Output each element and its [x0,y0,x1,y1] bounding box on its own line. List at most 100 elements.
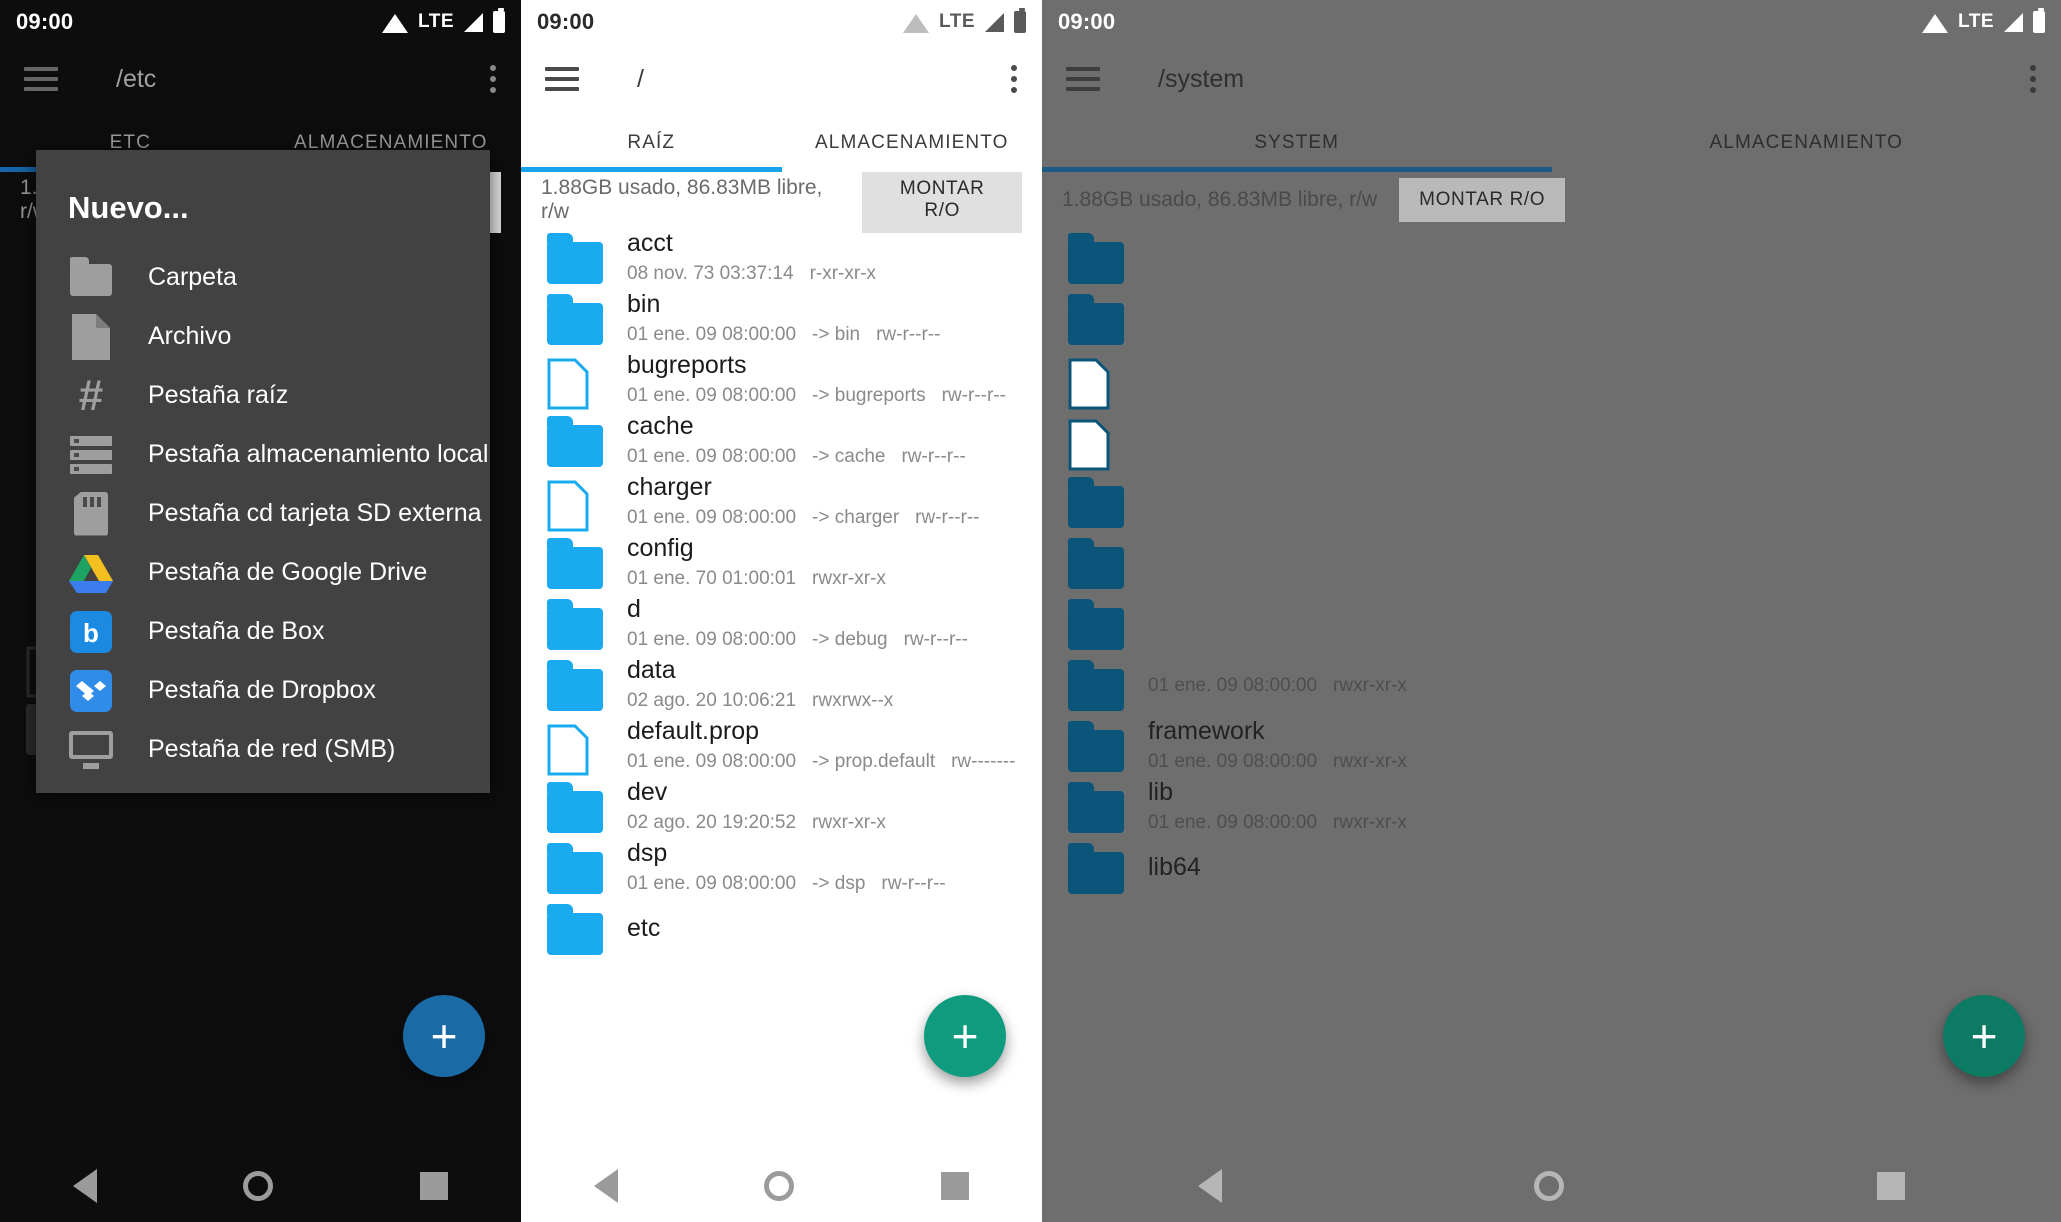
popup-item-label: Archivo [148,322,232,350]
tab-raiz[interactable]: RAÍZ [521,114,782,172]
table-row[interactable] [1042,472,2061,533]
tab-system[interactable]: SYSTEM [1042,114,1552,172]
mount-ro-button[interactable]: MONTAR R/O [1399,178,1566,222]
file-name: bugreports [627,350,747,379]
tab-almacenamiento[interactable]: ALMACENAMIENTO [782,114,1043,172]
popup-item-archivo[interactable]: Archivo [36,307,490,366]
wifi-icon [903,13,930,33]
path-breadcrumb[interactable]: /system [1158,65,2029,94]
table-row[interactable] [1042,289,2061,350]
android-nav-bar [1042,1150,2061,1222]
signal-icon [2004,12,2023,32]
path-breadcrumb[interactable]: / [637,65,1010,94]
back-triangle-icon[interactable] [594,1169,619,1203]
hamburger-icon[interactable] [545,67,579,91]
add-fab-button[interactable]: + [1943,995,2025,1077]
path-breadcrumb[interactable]: /etc [116,65,489,94]
kebab-icon[interactable] [2029,65,2037,93]
home-circle-icon[interactable] [1534,1171,1565,1201]
table-row[interactable] [1042,594,2061,655]
popup-item-pestana-sd-externa[interactable]: Pestaña cd tarjeta SD externa [36,484,490,543]
add-fab-button[interactable]: + [403,995,485,1077]
file-date: 01 ene. 09 08:00:00 [1148,812,1318,833]
mount-ro-button[interactable]: MONTAR R/O [862,167,1022,233]
table-row[interactable]: dsp 01 ene. 09 08:00:00 -> dsp rw-r--r-- [521,838,1042,899]
popup-item-label: Pestaña de Box [148,617,325,645]
file-name: data [627,655,676,684]
home-circle-icon[interactable] [243,1171,274,1201]
signal-icon [985,12,1004,32]
battery-icon [2033,8,2045,33]
table-row[interactable]: charger 01 ene. 09 08:00:00 -> charger rw-r… [521,472,1042,533]
file-name: acct [627,228,673,257]
sd-card-icon [68,491,114,537]
back-triangle-icon[interactable] [1198,1169,1223,1203]
list-item-meta: framework 01 ene. 09 08:00:00 rwxr-xr-x [1148,717,1423,777]
folder-icon [547,537,603,589]
table-row[interactable]: d 01 ene. 09 08:00:00 -> debug rw-r--r-- [521,594,1042,655]
folder-icon [547,232,603,284]
file-name: lib [1148,777,1174,806]
file-perms: rwxr-xr-x [812,812,886,833]
network-type-label: LTE [418,11,454,32]
status-clock: 09:00 [537,9,595,34]
folder-icon [1068,659,1124,711]
back-triangle-icon[interactable] [73,1169,98,1203]
table-row[interactable]: bugreports 01 ene. 09 08:00:00 -> bugrepor… [521,350,1042,411]
table-row[interactable]: framework 01 ene. 09 08:00:00 rwxr-xr-x [1042,716,2061,777]
file-perms: rwxr-xr-x [812,568,886,589]
file-name: config [627,533,694,562]
hamburger-icon[interactable] [1066,67,1100,91]
popup-item-pestana-dropbox[interactable]: Pestaña de Dropbox [36,661,490,720]
recent-square-icon[interactable] [940,1172,969,1200]
table-row[interactable]: bin 01 ene. 09 08:00:00 -> bin rw-r--r-- [521,289,1042,350]
popup-item-carpeta[interactable]: Carpeta [36,248,490,307]
file-icon [68,313,114,360]
tab-indicator [1042,167,1552,172]
table-row[interactable]: dev 02 ago. 20 19:20:52 rwxr-xr-x [521,777,1042,838]
list-item-meta: dev 02 ago. 20 19:20:52 rwxr-xr-x [627,778,902,838]
file-link-target: -> charger [812,507,900,528]
table-row[interactable]: etc [521,899,1042,960]
file-icon [547,724,603,775]
svg-text:b: b [83,618,99,648]
table-row[interactable]: cache 01 ene. 09 08:00:00 -> cache rw-r--r-… [521,411,1042,472]
table-row[interactable] [1042,411,2061,472]
popup-item-pestana-raiz[interactable]: # Pestaña raíz [36,366,490,425]
table-row[interactable] [1042,228,2061,289]
table-row[interactable]: data 02 ago. 20 10:06:21 rwxrwx--x [521,655,1042,716]
home-circle-icon[interactable] [764,1171,795,1201]
kebab-icon[interactable] [1010,65,1018,93]
popup-item-pestana-google-drive[interactable]: Pestaña de Google Drive [36,543,490,602]
add-fab-button[interactable]: + [924,995,1006,1077]
table-row[interactable]: config 01 ene. 70 01:00:01 rwxr-xr-x [521,533,1042,594]
file-link-target: -> bugreports [812,385,926,406]
kebab-icon[interactable] [489,65,497,93]
storage-status-text: 1.88GB usado, 86.83MB libre, r/w [541,176,823,223]
table-row[interactable]: lib64 [1042,838,2061,899]
file-date: 02 ago. 20 10:06:21 [627,690,797,711]
recent-square-icon[interactable] [419,1172,448,1200]
google-drive-icon [68,550,114,596]
table-row[interactable]: 01 ene. 09 08:00:00 rwxr-xr-x [1042,655,2061,716]
recent-square-icon[interactable] [1876,1172,1905,1200]
table-row[interactable] [1042,350,2061,411]
folder-icon [547,293,603,345]
hamburger-icon[interactable] [24,67,58,91]
table-row[interactable]: lib 01 ene. 09 08:00:00 rwxr-xr-x [1042,777,2061,838]
file-perms: rwxr-xr-x [1333,812,1407,833]
file-name: dsp [627,838,668,867]
file-name: lib64 [1148,852,1201,881]
table-row[interactable]: default.prop 01 ene. 09 08:00:00 -> prop.d… [521,716,1042,777]
popup-item-pestana-red-smb[interactable]: Pestaña de red (SMB) [36,720,490,779]
mount-bar: 1.88GB usado, 86.83MB libre, r/w MONTAR … [1042,172,2061,228]
popup-item-pestana-almacenamiento-local[interactable]: Pestaña almacenamiento local [36,425,490,484]
tab-almacenamiento[interactable]: ALMACENAMIENTO [1552,114,2061,172]
network-type-label: LTE [1958,11,1994,32]
file-list: acct 08 nov. 73 03:37:14 r-xr-xr-x bin 01 en… [521,228,1042,960]
popup-item-pestana-box[interactable]: b Pestaña de Box [36,602,490,661]
table-row[interactable]: acct 08 nov. 73 03:37:14 r-xr-xr-x [521,228,1042,289]
table-row[interactable] [1042,533,2061,594]
android-nav-bar [521,1150,1042,1222]
file-sub: 01 ene. 09 08:00:00 rwxr-xr-x [1148,809,1423,838]
